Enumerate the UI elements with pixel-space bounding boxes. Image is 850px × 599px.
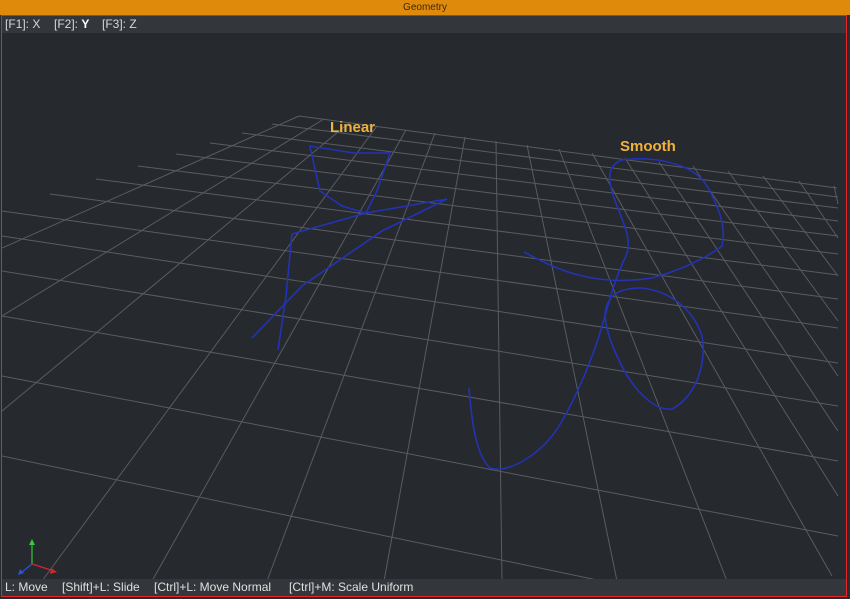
axis-toggle-x[interactable]: [F1]: X xyxy=(5,16,40,33)
smooth-curve[interactable] xyxy=(468,157,725,470)
window-title: Geometry xyxy=(0,0,850,15)
axis-toggle-key: [F1]: xyxy=(5,17,30,31)
axis-toggle-key: [F3]: xyxy=(102,17,127,31)
smooth-curve-label: Smooth xyxy=(620,138,676,155)
axis-toggle-y[interactable]: [F2]: Y xyxy=(54,16,89,33)
axis-toggle-key: [F2]: xyxy=(54,17,79,31)
status-bar: L: Move [Shift]+L: Slide [Ctrl]+L: Move … xyxy=(2,579,846,596)
axis-toggle-value: Y xyxy=(81,17,90,31)
hint-move: L: Move xyxy=(5,580,48,594)
axis-toggle-value: Z xyxy=(129,17,137,31)
axis-toggle-value: X xyxy=(32,17,41,31)
axis-toggle-bar: [F1]: X [F2]: Y [F3]: Z xyxy=(2,16,846,33)
scene-canvas[interactable]: Linear Smooth xyxy=(2,16,847,597)
ground-grid xyxy=(2,115,839,582)
hint-move-normal: [Ctrl]+L: Move Normal xyxy=(154,580,272,594)
axis-toggle-z[interactable]: [F3]: Z xyxy=(102,16,137,33)
linear-curve-segment[interactable] xyxy=(251,198,448,339)
linear-curve-segment[interactable] xyxy=(277,212,367,351)
hint-slide: [Shift]+L: Slide xyxy=(62,580,140,594)
linear-curve-label: Linear xyxy=(330,119,375,136)
hint-scale-uniform: [Ctrl]+M: Scale Uniform xyxy=(289,580,414,594)
axis-gizmo xyxy=(18,539,57,575)
3d-viewport[interactable]: Linear Smooth [F1]: X [F2]: Y [F3]: Z L:… xyxy=(1,15,847,597)
geometry-window: Geometry Linear Smooth [F1]: X [F2]: Y [… xyxy=(0,0,850,599)
